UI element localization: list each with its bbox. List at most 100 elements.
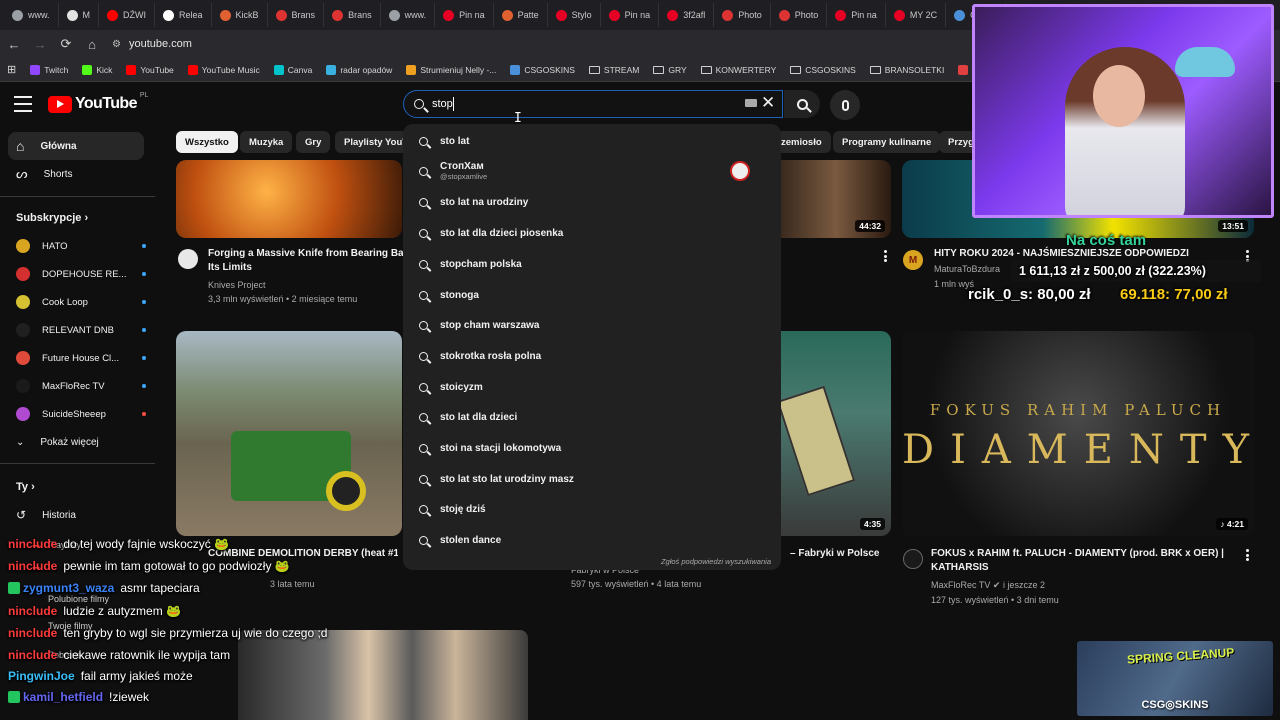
video-duration: 4:35 bbox=[859, 518, 885, 530]
divider bbox=[0, 463, 155, 464]
search-suggestion[interactable]: stopcham polska bbox=[403, 249, 781, 279]
search-suggestion[interactable]: sto lat dla dzieci piosenka bbox=[403, 218, 781, 248]
back-icon[interactable]: ← bbox=[2, 32, 26, 56]
reload-icon[interactable]: ⟳ bbox=[54, 32, 78, 56]
bookmark-item[interactable]: Canva bbox=[267, 64, 320, 75]
browser-tab[interactable]: www. bbox=[4, 3, 59, 27]
browser-tab[interactable]: Brans bbox=[268, 3, 325, 27]
filter-chip[interactable]: Muzyka bbox=[240, 131, 293, 153]
browser-tab[interactable]: Brans bbox=[324, 3, 381, 27]
browser-tab[interactable]: Pin na bbox=[601, 3, 660, 27]
search-suggestion[interactable]: stoję dziś bbox=[403, 494, 781, 524]
keyboard-icon[interactable] bbox=[745, 99, 757, 107]
channel-name[interactable]: MaturaToBzdura bbox=[934, 262, 1000, 276]
bookmark-item[interactable]: Strumieniuj Nelly -... bbox=[399, 64, 503, 75]
channel-name[interactable]: Knives Project bbox=[208, 278, 266, 292]
apps-icon[interactable]: ⊞ bbox=[0, 63, 23, 76]
search-suggestion[interactable]: sto lat sto lat urodziny masz bbox=[403, 464, 781, 494]
subscription-item[interactable]: Cook Loop bbox=[16, 291, 146, 313]
subscription-item[interactable]: HATO bbox=[16, 235, 146, 257]
subscription-item[interactable]: SuicideSheeep bbox=[16, 403, 146, 425]
video-title[interactable]: FOKUS x RAHIM ft. PALUCH - DIAMENTY (pro… bbox=[931, 547, 1241, 575]
browser-tab[interactable]: 3f2afl bbox=[659, 3, 715, 27]
bookmark-folder[interactable]: KONWERTERY bbox=[694, 65, 784, 75]
bookmark-folder[interactable]: GRY bbox=[646, 65, 693, 75]
channel-avatar[interactable]: M bbox=[903, 250, 923, 270]
video-thumbnail[interactable]: 4:35 bbox=[781, 331, 891, 536]
search-button[interactable] bbox=[784, 90, 820, 118]
video-thumbnail[interactable]: 44:32 bbox=[781, 160, 891, 238]
sidebar-item-history[interactable]: ↺ Historia bbox=[8, 501, 144, 529]
forward-icon[interactable]: → bbox=[28, 32, 52, 56]
search-suggestion[interactable]: stoi na stacji lokomotywa bbox=[403, 433, 781, 463]
bookmark-item[interactable]: YouTube Music bbox=[181, 64, 267, 75]
search-suggestion[interactable]: stop cham warszawa bbox=[403, 310, 781, 340]
home-icon[interactable]: ⌂ bbox=[80, 32, 104, 56]
chat-message: ninclude ludzie z autyzmem 🐸 bbox=[8, 604, 181, 618]
browser-tab[interactable]: Pin na bbox=[435, 3, 494, 27]
subscription-item[interactable]: DOPEHOUSE RE... bbox=[16, 263, 146, 285]
suggestion-channel[interactable]: СтопХам @stopxamlive bbox=[403, 156, 781, 186]
bookmark-item[interactable]: Kick bbox=[75, 64, 119, 75]
video-title[interactable]: – Fabryki w Polsce bbox=[790, 547, 880, 561]
search-suggestion[interactable]: stonoga bbox=[403, 280, 781, 310]
filter-chip[interactable]: Programy kulinarne bbox=[833, 131, 941, 153]
more-options-icon[interactable] bbox=[884, 250, 887, 262]
text-caret bbox=[452, 97, 454, 111]
browser-tab[interactable]: www. bbox=[381, 3, 436, 27]
browser-tab[interactable]: KickB bbox=[212, 3, 268, 27]
bookmark-item[interactable]: YouTube bbox=[119, 64, 180, 75]
channel-avatar[interactable] bbox=[178, 249, 198, 269]
browser-tab[interactable]: Photo bbox=[714, 3, 771, 27]
browser-tab[interactable]: DŹWI bbox=[99, 3, 156, 27]
video-thumbnail[interactable]: FOKUS RAHIM PALUCH DIAMENTY ♪ 4:21 bbox=[902, 331, 1254, 536]
bookmark-label: BRANSOLETKI bbox=[884, 64, 945, 75]
bookmark-folder[interactable]: BRANSOLETKI bbox=[863, 65, 952, 75]
bookmark-folder[interactable]: STREAM bbox=[582, 65, 646, 75]
subscription-item[interactable]: Future House Cl... bbox=[16, 347, 146, 369]
more-options-icon[interactable] bbox=[1246, 549, 1249, 561]
search-suggestion[interactable]: stoicyzm bbox=[403, 372, 781, 402]
filter-chip[interactable]: Wszystko bbox=[176, 131, 238, 153]
tab-favicon bbox=[66, 9, 78, 21]
subscription-item[interactable]: RELEVANT DNB bbox=[16, 319, 146, 341]
site-settings-icon[interactable]: ⚙ bbox=[112, 39, 121, 50]
sidebar-item-home[interactable]: ⌂ Główna bbox=[8, 132, 144, 160]
bookmark-folder[interactable]: CSGOSKINS bbox=[783, 65, 863, 75]
youtube-logo[interactable]: YouTube PL bbox=[48, 92, 148, 113]
bookmark-item[interactable]: Twitch bbox=[23, 64, 75, 75]
browser-tab[interactable]: M bbox=[59, 3, 100, 27]
video-thumbnail[interactable] bbox=[176, 160, 402, 238]
browser-tab[interactable]: Stylo bbox=[548, 3, 601, 27]
browser-tab[interactable]: Relea bbox=[155, 3, 212, 27]
subscription-item[interactable]: MaxFloRec TV bbox=[16, 375, 146, 397]
search-suggestion[interactable]: sto lat bbox=[403, 126, 781, 156]
report-suggestions-link[interactable]: Zgłoś podpowiedzi wyszukiwania bbox=[661, 557, 771, 566]
bookmark-item[interactable]: CSGOSKINS bbox=[503, 64, 582, 75]
sidebar-item-shorts[interactable]: ᔕ Shorts bbox=[8, 160, 144, 188]
show-more-button[interactable]: ⌄ Pokaż więcej bbox=[8, 428, 144, 456]
search-input[interactable]: stop bbox=[403, 90, 783, 118]
channel-name[interactable]: MaxFloRec TV ✔ i jeszcze 2 bbox=[931, 578, 1045, 592]
browser-tab[interactable]: Photo bbox=[771, 3, 828, 27]
bookmark-item[interactable]: radar opadów bbox=[319, 64, 399, 75]
menu-icon[interactable] bbox=[14, 96, 32, 112]
address-bar[interactable]: ⚙ youtube.com bbox=[112, 38, 192, 50]
video-thumbnail[interactable] bbox=[176, 331, 402, 536]
search-icon bbox=[419, 197, 428, 207]
video-title[interactable]: Forging a Massive Knife from Bearing Ba I… bbox=[208, 247, 408, 275]
search-suggestion[interactable]: sto lat dla dzieci bbox=[403, 402, 781, 432]
browser-tab[interactable]: Patte bbox=[494, 3, 548, 27]
filter-chip[interactable]: Gry bbox=[296, 131, 331, 153]
search-suggestion[interactable]: sto lat na urodziny bbox=[403, 187, 781, 217]
browser-tab[interactable]: Pin na bbox=[827, 3, 886, 27]
voice-search-button[interactable] bbox=[830, 90, 860, 120]
search-suggestion[interactable]: stolen dance bbox=[403, 525, 781, 555]
you-heading[interactable]: Ty › bbox=[16, 481, 35, 493]
subscriptions-heading[interactable]: Subskrypcje › bbox=[16, 212, 88, 224]
search-suggestion[interactable]: stokrotka rosła polna bbox=[403, 341, 781, 371]
video-title[interactable]: HITY ROKU 2024 - NAJŚMIESZNIEJSZE ODPOWI… bbox=[934, 247, 1234, 261]
browser-tab[interactable]: MY 2C bbox=[886, 3, 947, 27]
clear-search-icon[interactable]: ✕ bbox=[761, 94, 775, 112]
channel-avatar[interactable] bbox=[903, 549, 923, 569]
